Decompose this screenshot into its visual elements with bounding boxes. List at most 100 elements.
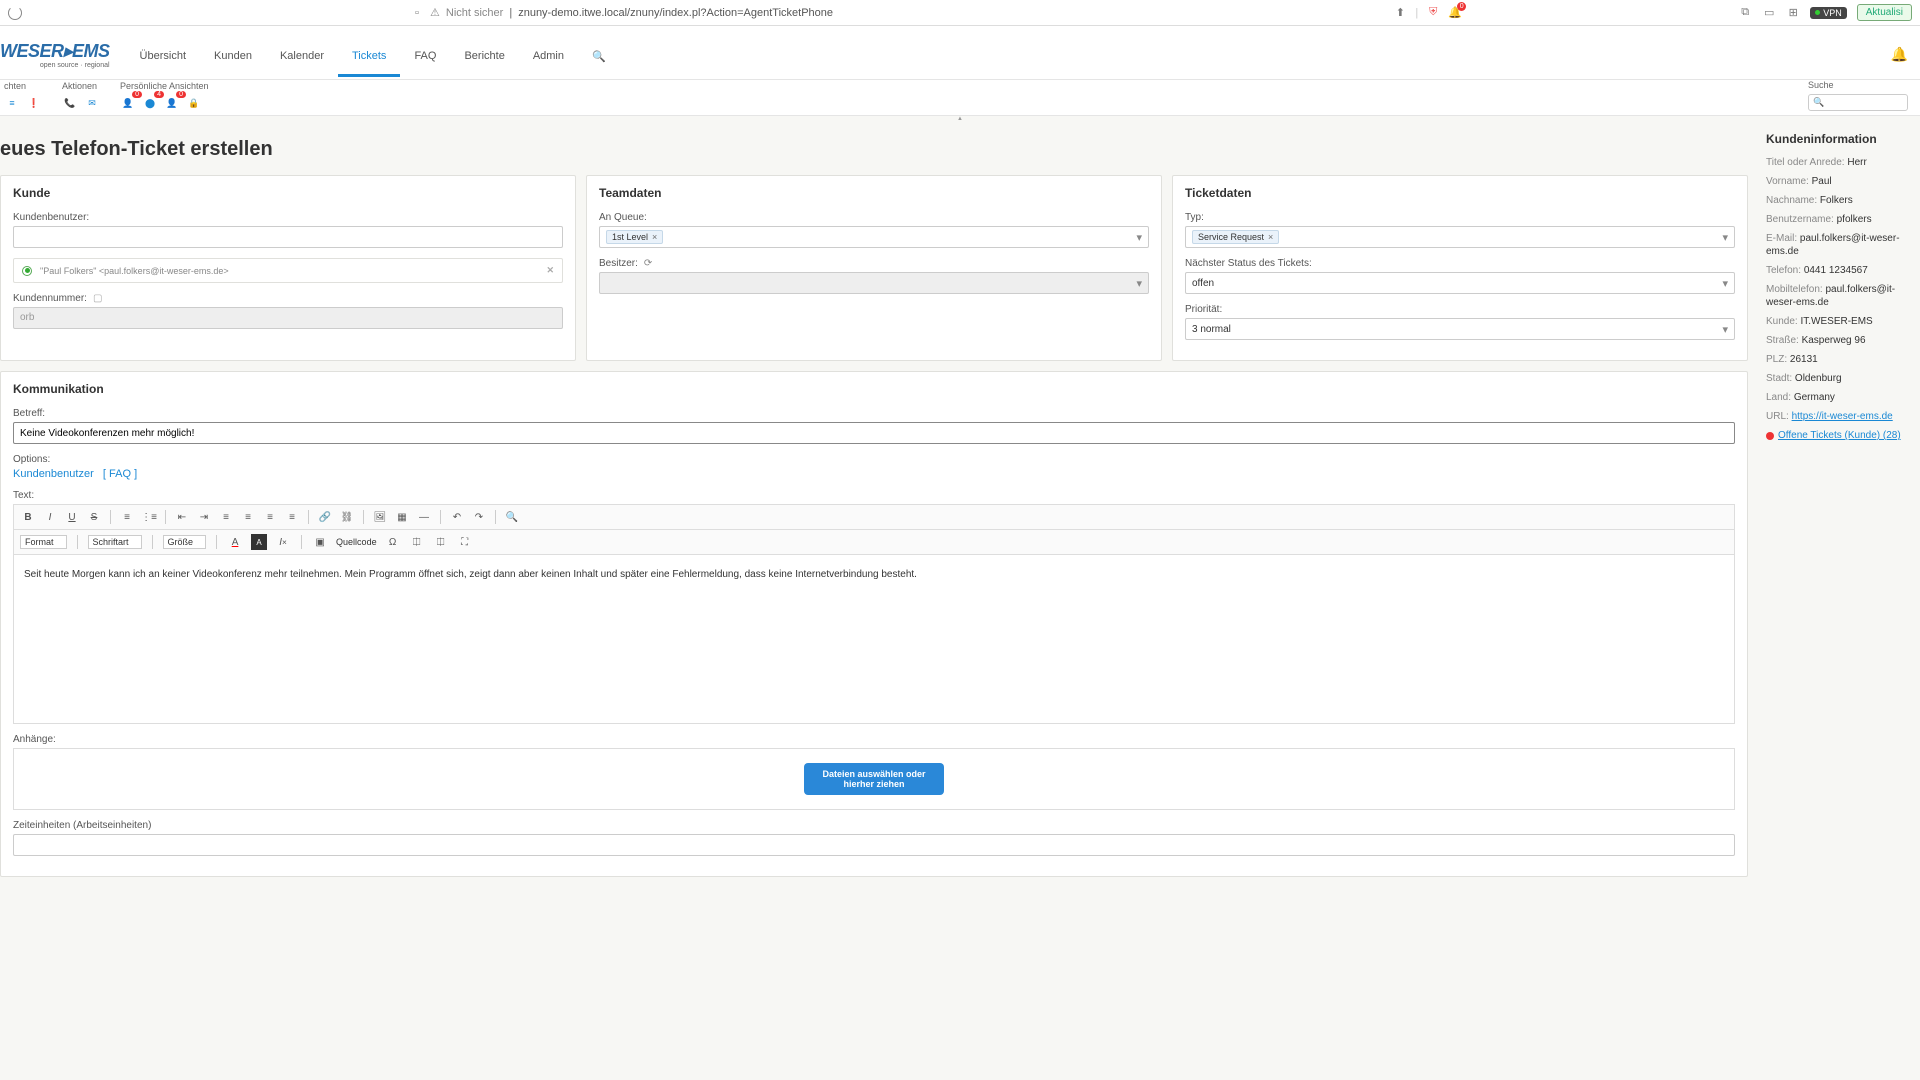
align-center-icon[interactable]: ≡ bbox=[240, 509, 256, 525]
lock-icon[interactable]: 🔒 bbox=[186, 95, 202, 111]
align-right-icon[interactable]: ≡ bbox=[262, 509, 278, 525]
size-select[interactable]: Größe bbox=[163, 535, 207, 549]
queue-pill-remove-icon[interactable]: × bbox=[652, 232, 657, 242]
type-select[interactable]: Service Request × ▾ bbox=[1185, 226, 1735, 248]
options-link-customer[interactable]: Kundenbenutzer bbox=[13, 468, 94, 480]
rte-toolbar-2: Format Schriftart Größe A A I× ▣ Quellco… bbox=[13, 529, 1735, 554]
customer-number-help-icon[interactable]: ▢ bbox=[93, 293, 102, 304]
url-text: znuny-demo.itwe.local/znuny/index.pl?Act… bbox=[518, 7, 833, 19]
list-icon[interactable]: ≡ bbox=[4, 95, 20, 111]
url-bar[interactable]: ▫ ⚠ Nicht sicher | znuny-demo.itwe.local… bbox=[30, 6, 1385, 20]
font-select[interactable]: Schriftart bbox=[88, 535, 142, 549]
omega-icon[interactable]: Ω bbox=[385, 534, 401, 550]
notif-icon[interactable]: 🔔 bbox=[1448, 6, 1462, 20]
table-icon[interactable]: ▦ bbox=[394, 509, 410, 525]
text-label: Text: bbox=[13, 490, 1735, 501]
italic-icon[interactable]: I bbox=[42, 509, 58, 525]
status-select[interactable]: offen ▾ bbox=[1185, 272, 1735, 294]
indent-icon[interactable]: ⇥ bbox=[196, 509, 212, 525]
radio-selected-icon[interactable] bbox=[22, 266, 32, 276]
subheader: chten ≡ ❗ Aktionen 📞 ✉ Persönliche Ansic… bbox=[0, 80, 1920, 116]
options-label: Options: bbox=[13, 454, 1735, 465]
ext-icon-1[interactable]: ⧉ bbox=[1738, 6, 1752, 20]
clear-format-icon[interactable]: I× bbox=[275, 534, 291, 550]
sidebar-open-tickets[interactable]: Offene Tickets (Kunde) (28) bbox=[1766, 429, 1914, 442]
sidebar-row: Vorname: Paul bbox=[1766, 175, 1914, 188]
remove-user-icon[interactable]: ✕ bbox=[546, 265, 554, 276]
nav-reports[interactable]: Berichte bbox=[450, 32, 518, 77]
options-link-faq[interactable]: [ FAQ ] bbox=[103, 468, 137, 480]
ext-icon-2[interactable]: ▭ bbox=[1762, 6, 1776, 20]
sidebar-row: E-Mail: paul.folkers@it-weser-ems.de bbox=[1766, 232, 1914, 258]
logo[interactable]: WESER▸EMS open source · regional bbox=[0, 41, 126, 69]
list-unordered-icon[interactable]: ⋮≡ bbox=[141, 509, 157, 525]
share-icon[interactable]: ⬆ bbox=[1393, 6, 1407, 20]
header-bell-icon[interactable]: 🔔 bbox=[1891, 46, 1908, 63]
text-color-icon[interactable]: A bbox=[227, 534, 243, 550]
type-pill-remove-icon[interactable]: × bbox=[1268, 232, 1273, 242]
bg-color-icon[interactable]: A bbox=[251, 534, 267, 550]
phone-icon[interactable]: 📞 bbox=[62, 95, 78, 111]
bold-icon[interactable]: B bbox=[20, 509, 36, 525]
outdent-icon[interactable]: ⇤ bbox=[174, 509, 190, 525]
customer-user-entry: "Paul Folkers" <paul.folkers@it-weser-em… bbox=[13, 258, 563, 283]
chevron-down-icon: ▾ bbox=[1722, 231, 1728, 244]
unlink-icon[interactable]: ⛓ bbox=[339, 509, 355, 525]
nav-tickets[interactable]: Tickets bbox=[338, 32, 400, 77]
subheader-group-2: Aktionen 📞 ✉ bbox=[62, 81, 100, 111]
split2-icon[interactable]: ⎅ bbox=[433, 534, 449, 550]
customer-user-value: "Paul Folkers" <paul.folkers@it-weser-em… bbox=[40, 266, 229, 276]
list-ordered-icon[interactable]: ≡ bbox=[119, 509, 135, 525]
subject-input[interactable] bbox=[13, 422, 1735, 444]
format-select[interactable]: Format bbox=[20, 535, 67, 549]
refresh-button[interactable]: Aktualisi bbox=[1857, 4, 1912, 21]
nav-admin[interactable]: Admin bbox=[519, 32, 578, 77]
redo-icon[interactable]: ↷ bbox=[471, 509, 487, 525]
hr-icon[interactable]: — bbox=[416, 509, 432, 525]
undo-icon[interactable]: ↶ bbox=[449, 509, 465, 525]
subheader-search: Suche 🔍 bbox=[1808, 80, 1908, 111]
owner-refresh-icon[interactable]: ⟳ bbox=[644, 258, 652, 269]
view-icon-2[interactable]: ⬤ bbox=[142, 95, 158, 111]
search-input[interactable]: 🔍 bbox=[1808, 94, 1908, 111]
link-icon[interactable]: 🔗 bbox=[317, 509, 333, 525]
owner-select[interactable]: ▾ bbox=[599, 272, 1149, 294]
vpn-badge[interactable]: VPN bbox=[1810, 7, 1847, 19]
strike-icon[interactable]: S bbox=[86, 509, 102, 525]
subheader-group-3: Persönliche Ansichten 👤 ⬤ 👤 🔒 bbox=[120, 81, 209, 111]
find-icon[interactable]: 🔍 bbox=[504, 509, 520, 525]
choose-files-button[interactable]: Dateien auswählen oder hierher ziehen bbox=[804, 763, 944, 795]
underline-icon[interactable]: U bbox=[64, 509, 80, 525]
align-left-icon[interactable]: ≡ bbox=[218, 509, 234, 525]
align-justify-icon[interactable]: ≡ bbox=[284, 509, 300, 525]
view-icon-1[interactable]: 👤 bbox=[120, 95, 136, 111]
source-icon[interactable]: ▣ bbox=[312, 534, 328, 550]
timeunits-input[interactable] bbox=[13, 834, 1735, 856]
split-icon[interactable]: ⎅ bbox=[409, 534, 425, 550]
mail-icon[interactable]: ✉ bbox=[84, 95, 100, 111]
rte-toolbar-1: B I U S ≡ ⋮≡ ⇤ ⇥ ≡ ≡ ≡ ≡ 🔗 ⛓ 🖼 ▦ — ↶ ↷ 🔍 bbox=[13, 504, 1735, 529]
panel-ticket: Ticketdaten Typ: Service Request × ▾ Näc… bbox=[1172, 175, 1748, 361]
sidebar-url-link[interactable]: https://it-weser-ems.de bbox=[1792, 411, 1893, 422]
priority-select[interactable]: 3 normal ▾ bbox=[1185, 318, 1735, 340]
nav-calendar[interactable]: Kalender bbox=[266, 32, 338, 77]
ext-icon-3[interactable]: ⊞ bbox=[1786, 6, 1800, 20]
customer-user-input[interactable] bbox=[13, 226, 563, 248]
chevron-down-icon: ▾ bbox=[1136, 277, 1142, 290]
shield-icon[interactable]: ⛨ bbox=[1426, 6, 1440, 20]
view-icon-3[interactable]: 👤 bbox=[164, 95, 180, 111]
reload-icon[interactable] bbox=[8, 6, 22, 20]
rte-body[interactable]: Seit heute Morgen kann ich an keiner Vid… bbox=[13, 554, 1735, 724]
open-tickets-dot-icon bbox=[1766, 432, 1774, 440]
image-icon[interactable]: 🖼 bbox=[372, 509, 388, 525]
nav-customers[interactable]: Kunden bbox=[200, 32, 266, 77]
alert-icon[interactable]: ❗ bbox=[26, 95, 42, 111]
nav-search-icon[interactable]: 🔍 bbox=[578, 32, 620, 77]
maximize-icon[interactable]: ⛶ bbox=[457, 534, 473, 550]
collapse-handle[interactable] bbox=[0, 116, 1920, 124]
nav-overview[interactable]: Übersicht bbox=[126, 32, 200, 77]
queue-select[interactable]: 1st Level × ▾ bbox=[599, 226, 1149, 248]
sidebar-row: Kunde: IT.WESER-EMS bbox=[1766, 315, 1914, 328]
nav-faq[interactable]: FAQ bbox=[400, 32, 450, 77]
attachments-dropzone[interactable]: Dateien auswählen oder hierher ziehen bbox=[13, 748, 1735, 810]
